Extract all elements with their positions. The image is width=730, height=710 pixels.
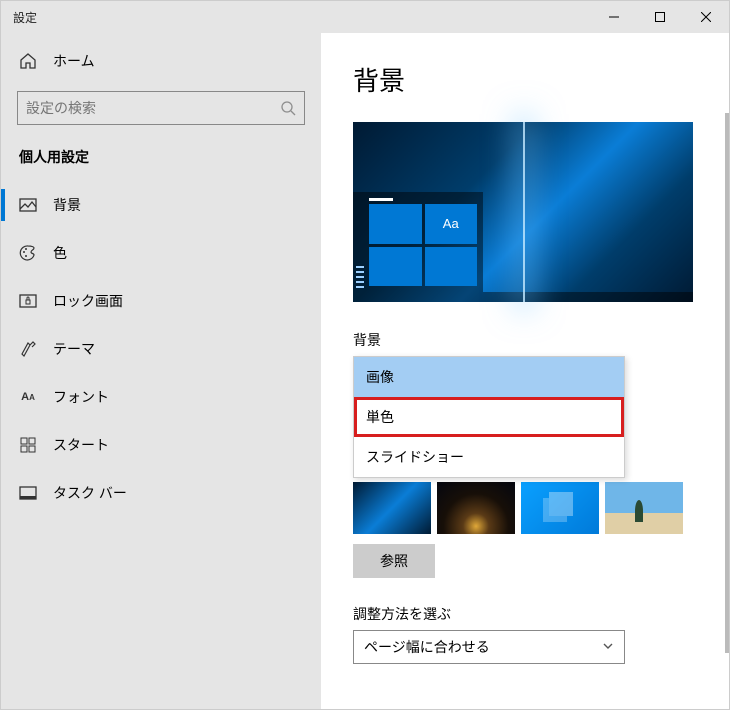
window-body: ホーム 個人用設定 背景 色 ロック画面 [1,33,729,709]
nav-label: テーマ [53,339,95,359]
window-title: 設定 [1,9,591,26]
start-icon [19,436,37,454]
search-input[interactable] [26,100,280,116]
nav-label: 色 [53,243,67,263]
nav-label: スタート [53,435,109,455]
fit-label: 調整方法を選ぶ [353,604,697,624]
maximize-button[interactable] [637,1,683,33]
nav-item-fonts[interactable]: AA フォント [1,373,321,421]
nav-item-background[interactable]: 背景 [1,181,321,229]
preview-taskbar [353,292,693,302]
titlebar: 設定 [1,1,729,33]
dropdown-option-solidcolor[interactable]: 単色 [354,397,624,437]
dropdown-option-slideshow[interactable]: スライドショー [354,437,624,477]
search-box[interactable] [17,91,305,125]
recent-images [353,482,697,534]
lockscreen-icon [19,292,37,310]
preview-sample-tile: Aa [425,204,478,244]
close-button[interactable] [683,1,729,33]
dropdown-option-picture[interactable]: 画像 [354,357,624,397]
minimize-button[interactable] [591,1,637,33]
fit-value: ページ幅に合わせる [364,637,490,657]
picture-icon [19,196,37,214]
page-title: 背景 [353,61,697,98]
nav-list: 背景 色 ロック画面 テーマ AA フォント [1,181,321,517]
palette-icon [19,244,37,262]
nav-label: フォント [53,387,109,407]
nav-label: タスク バー [53,483,127,503]
thumbnail[interactable] [353,482,431,534]
home-icon [19,52,37,70]
home-label: ホーム [53,51,95,71]
search-icon [280,100,296,116]
content-pane: 背景 Aa 背景 画像 単色 スライドショー [321,33,729,709]
background-dropdown-open[interactable]: 画像 単色 スライドショー [353,356,625,478]
thumbnail[interactable] [605,482,683,534]
desktop-preview: Aa [353,122,693,302]
taskbar-icon [19,484,37,502]
nav-item-taskbar[interactable]: タスク バー [1,469,321,517]
chevron-down-icon [602,639,614,655]
thumbnail[interactable] [437,482,515,534]
browse-button[interactable]: 参照 [353,544,435,578]
nav-item-colors[interactable]: 色 [1,229,321,277]
sidebar: ホーム 個人用設定 背景 色 ロック画面 [1,33,321,709]
fit-select[interactable]: ページ幅に合わせる [353,630,625,664]
background-label: 背景 [353,330,697,350]
font-icon: AA [19,388,37,406]
nav-item-lockscreen[interactable]: ロック画面 [1,277,321,325]
nav-item-themes[interactable]: テーマ [1,325,321,373]
category-title: 個人用設定 [1,143,321,181]
nav-item-start[interactable]: スタート [1,421,321,469]
nav-label: 背景 [53,195,81,215]
thumbnail[interactable] [521,482,599,534]
preview-start-menu: Aa [353,192,483,292]
home-button[interactable]: ホーム [1,41,321,81]
settings-window: 設定 ホーム 個人用設定 背景 色 [0,0,730,710]
theme-icon [19,340,37,358]
scrollbar[interactable] [725,113,729,653]
nav-label: ロック画面 [53,291,123,311]
